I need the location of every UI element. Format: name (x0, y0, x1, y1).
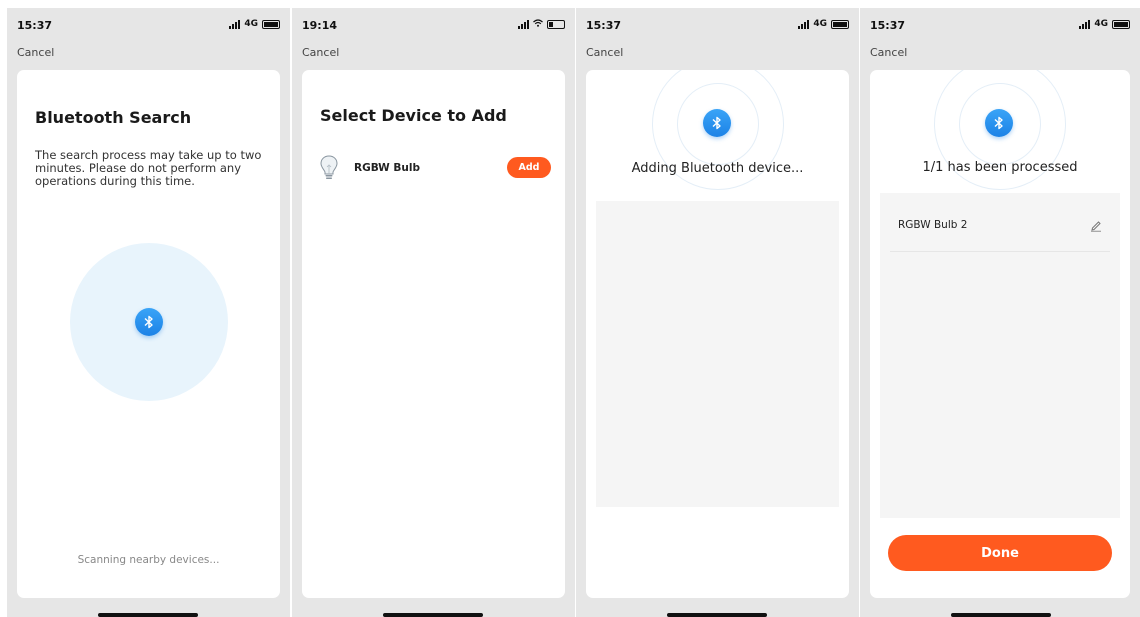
content-card: Bluetooth Search The search process may … (17, 70, 280, 598)
status-signal (518, 19, 565, 30)
search-description: The search process may take up to two mi… (35, 148, 262, 188)
content-card: Adding Bluetooth device... (586, 70, 849, 598)
status-time: 15:37 (870, 19, 906, 32)
add-button[interactable]: Add (507, 157, 551, 178)
home-indicator (98, 613, 198, 617)
home-indicator (951, 613, 1051, 617)
screen-bluetooth-search: 15:37 4G Cancel Bluetooth Search The sea… (7, 8, 290, 617)
status-signal: 4G (1079, 19, 1130, 29)
status-signal: 4G (798, 19, 849, 29)
scan-status: Scanning nearby devices... (77, 554, 220, 566)
page-title: Select Device to Add (320, 106, 507, 125)
content-card: 1/1 has been processed RGBW Bulb 2 Done (870, 70, 1130, 598)
network-label: 4G (813, 19, 827, 29)
signal-icon (229, 19, 241, 29)
pencil-icon[interactable] (1090, 219, 1102, 232)
status-bar: 19:14 (302, 18, 565, 36)
page-title: Bluetooth Search (35, 108, 192, 127)
bluetooth-icon (985, 109, 1013, 137)
result-list-item[interactable]: RGBW Bulb 2 (890, 201, 1110, 252)
home-indicator (383, 613, 483, 617)
screen-select-device: 19:14 Cancel Select Device to Add RGBW B… (292, 8, 575, 617)
cancel-button[interactable]: Cancel (17, 46, 54, 59)
bluetooth-icon (703, 109, 731, 137)
screen-processed: 15:37 4G Cancel 1/1 has been processed R… (860, 8, 1140, 617)
status-bar: 15:37 4G (586, 18, 849, 36)
done-button[interactable]: Done (888, 535, 1112, 571)
signal-icon (1079, 19, 1091, 29)
network-label: 4G (1094, 19, 1108, 29)
status-bar: 15:37 4G (870, 18, 1130, 36)
battery-icon (547, 20, 565, 29)
cancel-button[interactable]: Cancel (870, 46, 907, 59)
bluetooth-icon (135, 308, 163, 336)
network-label: 4G (244, 19, 258, 29)
cancel-button[interactable]: Cancel (586, 46, 623, 59)
battery-icon (1112, 19, 1130, 29)
battery-icon (262, 19, 280, 29)
status-time: 15:37 (17, 19, 53, 32)
device-list-item: RGBW Bulb Add (318, 154, 551, 184)
device-name: RGBW Bulb (354, 162, 420, 174)
wifi-icon (533, 19, 543, 30)
device-progress-area (596, 201, 839, 507)
bulb-icon (318, 154, 340, 182)
processed-status: 1/1 has been processed (922, 160, 1078, 175)
screen-adding-device: 15:37 4G Cancel Adding Bluetooth device.… (576, 8, 859, 617)
signal-icon (798, 19, 810, 29)
battery-icon (831, 19, 849, 29)
status-time: 19:14 (302, 19, 338, 32)
cancel-button[interactable]: Cancel (302, 46, 339, 59)
home-indicator (667, 613, 767, 617)
status-time: 15:37 (586, 19, 622, 32)
content-card: Select Device to Add RGBW Bulb Add (302, 70, 565, 598)
status-signal: 4G (229, 19, 280, 29)
device-name: RGBW Bulb 2 (898, 219, 968, 231)
adding-status: Adding Bluetooth device... (631, 161, 804, 176)
signal-icon (518, 20, 529, 29)
status-bar: 15:37 4G (17, 18, 280, 36)
